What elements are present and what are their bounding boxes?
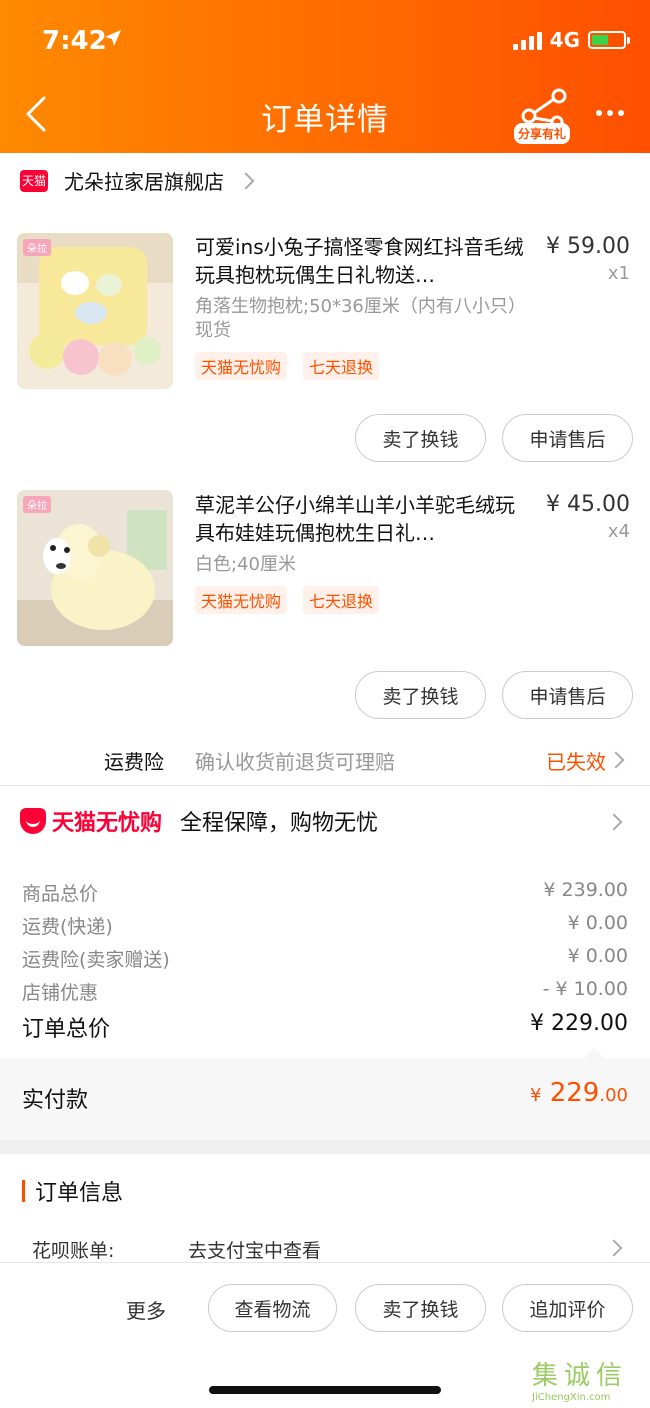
tag-wuyou: 天猫无忧购 [195,352,288,380]
item-title[interactable]: 草泥羊公仔小绵羊山羊小羊驼毛绒玩具布娃娃玩偶抱枕生日礼… [195,491,525,547]
watermark-logo: 集诚信 JiChengXin.com [532,1355,650,1408]
store-name: 尤朵拉家居旗舰店 [64,170,224,194]
product-image[interactable]: 朵拉 [17,490,173,646]
location-arrow-icon [105,30,121,46]
order-total-row: 订单总价 ¥ 229.00 [22,1011,628,1043]
view-logistics-button[interactable]: 查看物流 [208,1284,337,1332]
chevron-right-icon[interactable] [605,1239,623,1257]
summary-value: ¥ 239.00 [543,879,628,901]
notch [584,1048,604,1058]
paid-row: 实付款 ¥ 229.00 [0,1058,650,1140]
paid-label: 实付款 [22,1088,89,1113]
paid-value: ¥ 229.00 [530,1078,628,1108]
order-info-title-text: 订单信息 [35,1181,124,1206]
summary-label: 运费(快递) [22,916,113,938]
resell-button[interactable]: 卖了换钱 [355,414,486,462]
item-price: ¥ 45.00 [546,492,630,517]
insurance-status: 已失效 [546,750,606,774]
status-time: 7:42 [42,26,107,56]
summary-value: ¥ 0.00 [567,945,628,967]
tag-7day-return: 七天退换 [303,586,380,614]
paid-integer: 229 [549,1078,600,1108]
insurance-label: 运费险 [104,750,164,774]
chevron-right-icon[interactable] [605,813,623,831]
section-gap [0,1140,650,1154]
after-sales-button[interactable]: 申请售后 [502,671,633,719]
add-review-button[interactable]: 追加评价 [502,1284,633,1332]
footer-action-bar: 更多 查看物流 卖了换钱 追加评价 集诚信 JiChengXin.com [0,1262,650,1407]
summary-row: 运费险(卖家赠送) ¥ 0.00 [22,945,628,972]
shipping-insurance-row[interactable]: 运费险 确认收货前退货可理赔 已失效 [0,740,650,784]
paid-currency: ¥ [530,1085,542,1106]
item-spec: 角落生物抱枕;50*36厘米（内有八小只）现货 [195,296,517,341]
header: 7:42 4G 订单详情 分享有礼 [0,0,650,153]
summary-label: 店铺优惠 [22,982,99,1004]
summary-value: ¥ 0.00 [567,912,628,934]
order-total-value: ¥ 229.00 [530,1011,628,1036]
item-tags: 天猫无忧购 七天退换 [195,352,380,380]
tag-wuyou: 天猫无忧购 [195,586,288,614]
chevron-right-icon [237,172,255,189]
shop-ribbon: 朵拉 [23,496,51,513]
item-qty: x4 [607,521,630,542]
huabei-value[interactable]: 去支付宝中查看 [188,1236,321,1263]
summary-label: 商品总价 [22,883,99,905]
summary-row: 运费(快递) ¥ 0.00 [22,912,628,939]
item-qty: x1 [607,263,630,284]
after-sales-button[interactable]: 申请售后 [502,414,633,462]
shop-ribbon: 朵拉 [23,239,51,256]
item-tags: 天猫无忧购 七天退换 [195,586,380,614]
insurance-desc: 确认收货前退货可理赔 [195,750,395,774]
network-label: 4G [549,28,580,52]
divider [0,785,650,786]
tag-7day-return: 七天退换 [303,352,380,380]
product-image[interactable]: 朵拉 [17,233,173,389]
wuyou-banner[interactable]: 天猫无忧购 全程保障，购物无忧 [20,805,378,837]
summary-value: - ¥ 10.00 [542,978,628,1000]
order-info-title: 订单信息 [22,1175,123,1207]
more-actions-button[interactable]: 更多 [126,1295,166,1324]
summary-row: 店铺优惠 - ¥ 10.00 [22,978,628,1005]
wuyou-logo-text: 天猫无忧购 [52,811,163,836]
share-label[interactable]: 分享有礼 [514,123,571,144]
resell-button[interactable]: 卖了换钱 [355,671,486,719]
tmall-badge-icon: 天猫 [20,169,48,192]
wuyou-desc: 全程保障，购物无忧 [180,811,379,836]
chevron-right-icon [607,751,625,769]
summary-row: 商品总价 ¥ 239.00 [22,879,628,906]
status-indicators: 4G [512,28,630,52]
signal-icon [512,30,542,50]
item-spec: 白色;40厘米 [195,554,296,575]
item-title[interactable]: 可爱ins小兔子搞怪零食网红抖音毛绒玩具抱枕玩偶生日礼物送… [195,233,525,289]
paid-decimal: .00 [599,1085,628,1106]
home-indicator[interactable] [209,1386,441,1394]
watermark-cn: 集诚信 [532,1361,629,1391]
tmall-cat-icon [20,808,46,834]
plush-pillow-image [17,233,173,389]
summary-label: 运费险(卖家赠送) [22,949,170,971]
plush-sheep-image [17,490,173,646]
watermark-en: JiChengXin.com [532,1392,611,1403]
battery-icon [588,31,630,49]
store-link[interactable]: 天猫 尤朵拉家居旗舰店 [20,166,255,195]
wuyou-logo: 天猫无忧购 [20,805,162,837]
item-price: ¥ 59.00 [546,234,630,259]
resell-button[interactable]: 卖了换钱 [355,1284,486,1332]
more-options-icon[interactable] [596,110,624,116]
huabei-label: 花呗账单: [32,1240,115,1262]
order-total-label: 订单总价 [22,1017,111,1042]
